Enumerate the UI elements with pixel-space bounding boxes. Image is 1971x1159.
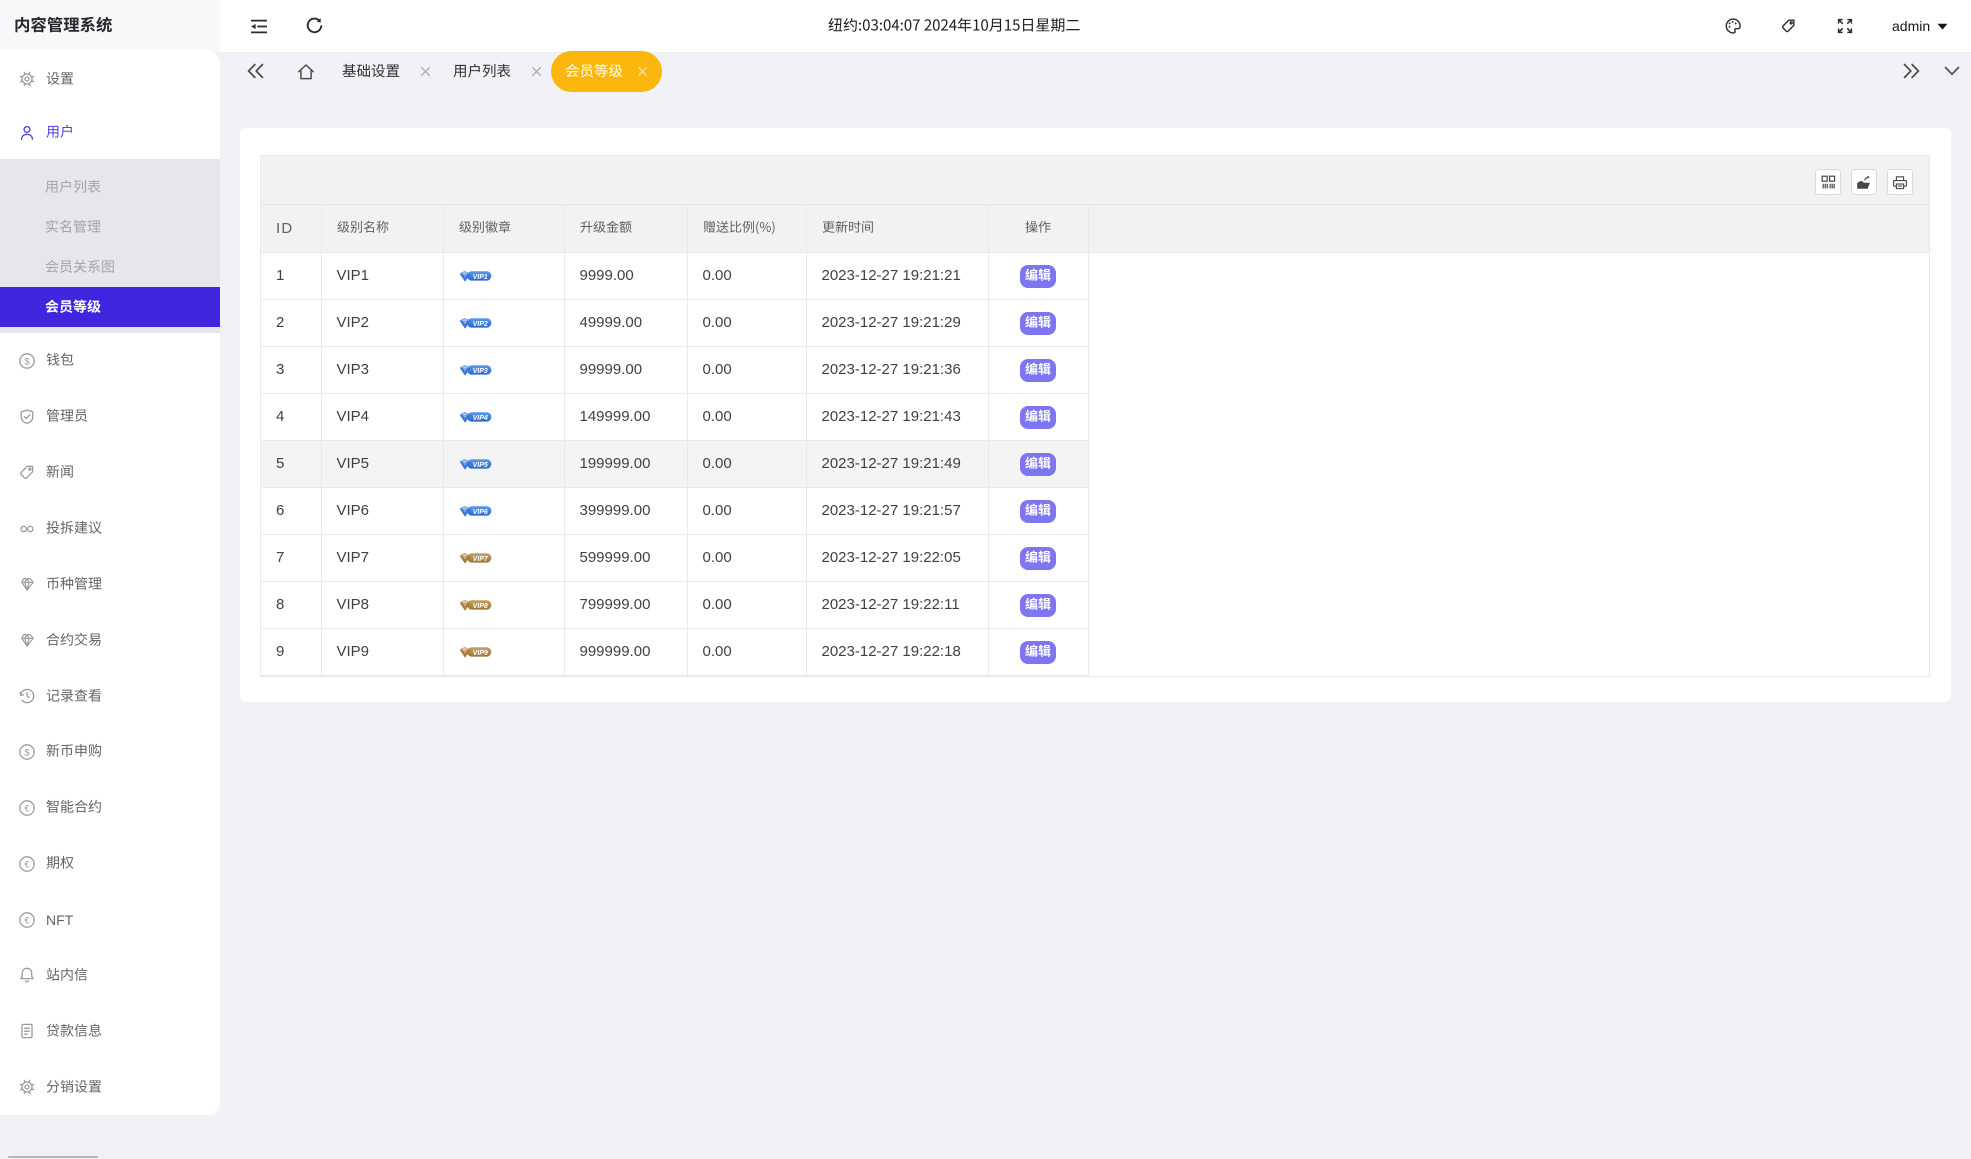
svg-text:VIP8: VIP8	[472, 602, 487, 609]
svg-text:VIP5: VIP5	[472, 461, 487, 468]
svg-text:VIP9: VIP9	[472, 649, 487, 656]
svg-text:€: €	[24, 859, 29, 869]
svg-text:€: €	[24, 915, 29, 925]
svg-text:VIP7: VIP7	[472, 555, 488, 562]
svg-text:€: €	[24, 803, 29, 813]
svg-text:VIP2: VIP2	[472, 320, 487, 327]
svg-text:$: $	[24, 356, 30, 367]
svg-text:VIP6: VIP6	[472, 508, 487, 515]
svg-text:$: $	[24, 747, 30, 758]
svg-text:VIP4: VIP4	[472, 414, 487, 421]
svg-text:VIP1: VIP1	[472, 273, 487, 280]
svg-text:VIP3: VIP3	[472, 367, 487, 374]
